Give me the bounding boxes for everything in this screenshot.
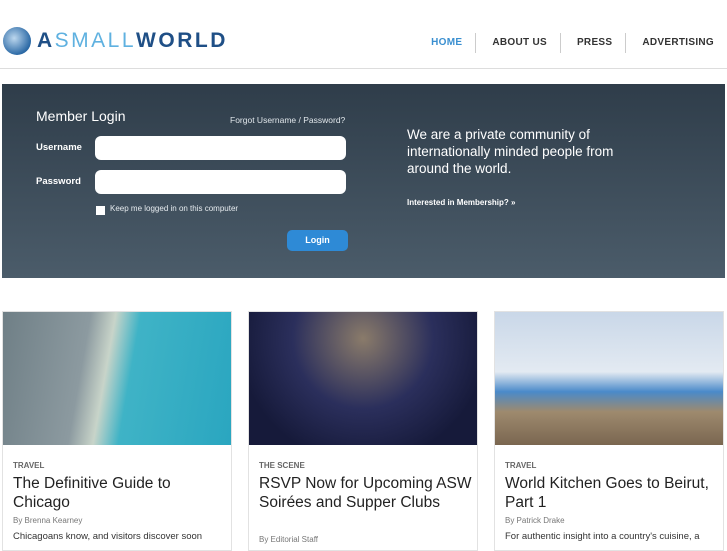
article-author: By Patrick Drake: [505, 516, 565, 525]
article-card[interactable]: TRAVEL World Kitchen Goes to Beirut, Par…: [494, 311, 724, 551]
article-author: By Brenna Kearney: [13, 516, 83, 525]
article-image[interactable]: [495, 312, 723, 445]
remember-label[interactable]: Keep me logged in on this computer: [110, 204, 238, 213]
remember-checkbox[interactable]: [96, 206, 105, 215]
nav-press[interactable]: PRESS: [559, 33, 625, 53]
article-title[interactable]: RSVP Now for Upcoming ASW Soirées and Su…: [259, 474, 474, 512]
nav-advertising[interactable]: ADVERTISING: [625, 33, 727, 53]
logo-text: ASMALLWORLD: [37, 29, 228, 52]
article-card[interactable]: THE SCENE RSVP Now for Upcoming ASW Soir…: [248, 311, 478, 551]
login-panel: Member Login Forgot Username / Password?…: [2, 84, 725, 278]
article-image[interactable]: [3, 312, 231, 445]
header: ASMALLWORLD HOME ABOUT US PRESS ADVERTIS…: [0, 0, 727, 69]
forgot-link[interactable]: Forgot Username / Password?: [230, 115, 345, 125]
login-button[interactable]: Login: [287, 230, 348, 251]
globe-icon: [3, 27, 31, 55]
nav-home[interactable]: HOME: [415, 33, 475, 53]
password-input[interactable]: [95, 170, 346, 194]
article-excerpt: Chicagoans know, and visitors discover s…: [13, 531, 203, 542]
article-image[interactable]: [249, 312, 477, 445]
username-label: Username: [36, 142, 82, 153]
article-author: By Editorial Staff: [259, 535, 318, 544]
article-title[interactable]: The Definitive Guide to Chicago: [13, 474, 228, 512]
membership-link[interactable]: Interested in Membership? »: [407, 198, 515, 207]
tagline: We are a private community of internatio…: [407, 127, 614, 176]
article-category: TRAVEL: [13, 461, 45, 470]
article-card[interactable]: TRAVEL The Definitive Guide to Chicago B…: [2, 311, 232, 551]
login-title: Member Login: [36, 108, 126, 124]
main-nav: HOME ABOUT US PRESS ADVERTISING: [415, 33, 727, 53]
password-label: Password: [36, 176, 81, 187]
logo[interactable]: ASMALLWORLD: [3, 27, 228, 55]
username-input[interactable]: [95, 136, 346, 160]
article-category: THE SCENE: [259, 461, 305, 470]
article-excerpt: For authentic insight into a country's c…: [505, 531, 700, 542]
article-category: TRAVEL: [505, 461, 537, 470]
nav-about-us[interactable]: ABOUT US: [475, 33, 560, 53]
article-title[interactable]: World Kitchen Goes to Beirut, Part 1: [505, 474, 720, 512]
